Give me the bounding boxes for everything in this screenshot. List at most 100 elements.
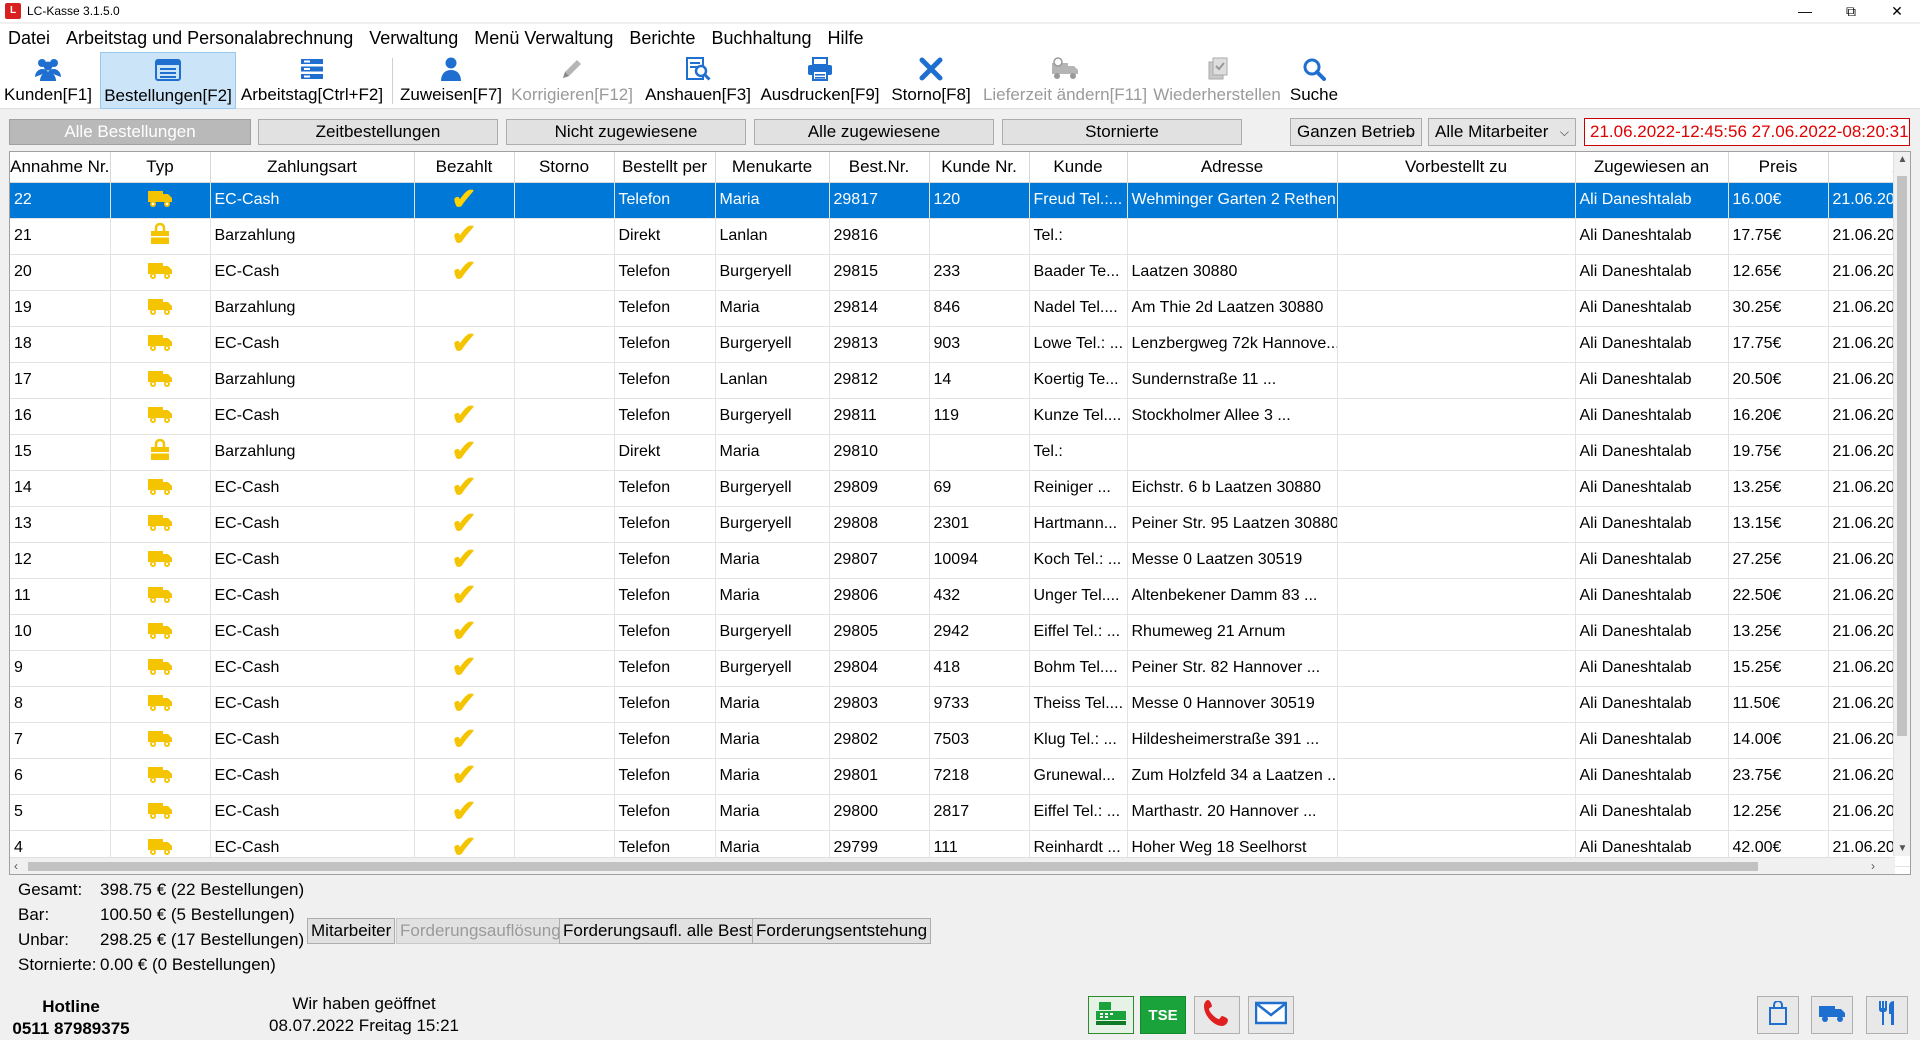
arbeitstag-button[interactable]: Arbeitstag[Ctrl+F2]	[241, 52, 383, 109]
table-cell: Lanlan	[715, 362, 830, 399]
column-header[interactable]: Menukarte	[715, 152, 830, 183]
table-row[interactable]: 10 EC-Cash ✔ Telefon Burgeryell 29805 2942 Eiff…	[10, 614, 1910, 651]
wiederherstellen-button[interactable]: Wiederherstellen	[1153, 52, 1281, 109]
menu-berichte[interactable]: Berichte	[621, 28, 703, 49]
table-cell: Maria	[715, 686, 830, 723]
scroll-right-icon[interactable]: ›	[1871, 858, 1875, 874]
filter-zeitbestellungen[interactable]: Zeitbestellungen	[258, 119, 498, 145]
minimize-button[interactable]: —	[1782, 0, 1828, 22]
column-header[interactable]: Preis	[1728, 152, 1829, 183]
korrigieren-button[interactable]: Korrigieren[F12]	[511, 52, 633, 109]
filter-stornierte[interactable]: Stornierte	[1002, 119, 1242, 145]
table-cell: Laatzen 30880	[1127, 254, 1338, 291]
table-row[interactable]: 8 EC-Cash ✔ Telefon Maria 29803 9733 Theiss Tel…	[10, 686, 1910, 723]
delivery-button[interactable]	[1811, 996, 1853, 1034]
horizontal-scrollbar[interactable]: ‹ ›	[10, 857, 1895, 874]
dine-in-button[interactable]	[1866, 996, 1908, 1034]
table-cell: Ali Daneshtalab	[1575, 470, 1729, 507]
column-header[interactable]: Typ	[110, 152, 211, 183]
phone-button[interactable]	[1194, 996, 1240, 1034]
storno-button[interactable]: Storno[F8]	[886, 52, 976, 109]
table-row[interactable]: 9 EC-Cash ✔ Telefon Burgeryell 29804 418 Bohm T…	[10, 650, 1910, 687]
ausdrucken-button[interactable]: Ausdrucken[F9]	[760, 52, 880, 109]
filter-nicht-zugewiesene[interactable]: Nicht zugewiesene	[506, 119, 746, 145]
mitarbeiter-button[interactable]: Mitarbeiter	[307, 918, 396, 944]
column-header[interactable]: Zahlungsart	[210, 152, 415, 183]
forderungsentstehung-button[interactable]: Forderungsentstehung	[752, 918, 932, 944]
scroll-up-icon[interactable]: ▲	[1894, 154, 1910, 165]
table-row[interactable]: 5 EC-Cash ✔ Telefon Maria 29800 2817 Eiffel Tel…	[10, 794, 1910, 831]
scroll-down-icon[interactable]: ▼	[1894, 843, 1910, 854]
bag-button[interactable]	[1757, 996, 1799, 1034]
column-header[interactable]: Best.Nr.	[829, 152, 930, 183]
menu-arbeitstag[interactable]: Arbeitstag und Personalabrechnung	[58, 28, 361, 49]
table-cell: Tel.:	[1029, 434, 1128, 471]
column-header[interactable]: Bestellt per	[614, 152, 716, 183]
table-row[interactable]: 13 EC-Cash ✔ Telefon Burgeryell 29808 2301 Hart…	[10, 506, 1910, 543]
truck-icon	[1818, 1003, 1846, 1028]
summary-value: 0.00 € (0 Bestellungen)	[100, 955, 276, 974]
table-row[interactable]: 21 Barzahlung ✔ Direkt Lanlan 29816 Tel.: Ali D…	[10, 218, 1910, 255]
menu-menue-verwaltung[interactable]: Menü Verwaltung	[466, 28, 621, 49]
column-header[interactable]: Adresse	[1127, 152, 1338, 183]
scroll-left-icon[interactable]: ‹	[14, 858, 18, 874]
betrieb-select[interactable]: Ganzen Betrieb ⌵	[1290, 118, 1422, 146]
table-row[interactable]: 14 EC-Cash ✔ Telefon Burgeryell 29809 69 Reinig…	[10, 470, 1910, 507]
vertical-scrollbar[interactable]: ▲ ▼	[1893, 152, 1910, 856]
column-header[interactable]: Storno	[514, 152, 615, 183]
table-cell: 233	[929, 254, 1030, 291]
zuweisen-button[interactable]: Zuweisen[F7]	[400, 52, 502, 109]
table-cell: 9733	[929, 686, 1030, 723]
table-row[interactable]: 11 EC-Cash ✔ Telefon Maria 29806 432 Unger Tel.…	[10, 578, 1910, 615]
menu-hilfe[interactable]: Hilfe	[820, 28, 872, 49]
table-row[interactable]: 7 EC-Cash ✔ Telefon Maria 29802 7503 Klug Tel.:…	[10, 722, 1910, 759]
suche-button[interactable]: Suche	[1286, 52, 1342, 109]
table-row[interactable]: 12 EC-Cash ✔ Telefon Maria 29807 10094 Koch Tel…	[10, 542, 1910, 579]
column-header[interactable]: Bezahlt	[414, 152, 515, 183]
column-header[interactable]: Annahme Nr.	[10, 152, 111, 183]
date-range-field[interactable]: 21.06.2022-12:45:56 27.06.2022-08:20:31	[1584, 118, 1910, 146]
hscroll-thumb[interactable]	[28, 862, 1758, 871]
kunden-button[interactable]: Kunden[F1]	[4, 52, 92, 109]
column-header[interactable]: Kunde	[1029, 152, 1128, 183]
table-row[interactable]: 18 EC-Cash ✔ Telefon Burgeryell 29813 903 Lowe …	[10, 326, 1910, 363]
forderungsaufl-alle-button[interactable]: Forderungsaufl. alle Best.	[559, 918, 761, 944]
filter-alle-zugewiesene[interactable]: Alle zugewiesene	[754, 119, 994, 145]
truck-icon	[110, 362, 211, 399]
menu-datei[interactable]: Datei	[0, 28, 58, 49]
column-header[interactable]: Kunde Nr.	[929, 152, 1030, 183]
table-cell: 17.75€	[1728, 218, 1829, 255]
table-row[interactable]: 6 EC-Cash ✔ Telefon Maria 29801 7218 Grunewal..…	[10, 758, 1910, 795]
close-window-button[interactable]: ✕	[1874, 0, 1920, 22]
lieferzeit-button[interactable]: Lieferzeit ändern[F11]	[982, 52, 1148, 109]
menu-verwaltung[interactable]: Verwaltung	[361, 28, 466, 49]
column-header[interactable]: Vorbestellt zu	[1337, 152, 1576, 183]
table-row[interactable]: 20 EC-Cash ✔ Telefon Burgeryell 29815 233 Baade…	[10, 254, 1910, 291]
mitarbeiter-select[interactable]: Alle Mitarbeiter ⌵	[1428, 118, 1576, 146]
table-row[interactable]: 19 Barzahlung Telefon Maria 29814 846 Nadel Te…	[10, 290, 1910, 327]
mail-button[interactable]	[1248, 996, 1294, 1034]
forderungsaufloesung-button[interactable]: Forderungsauflösung	[396, 918, 565, 944]
table-row[interactable]: 16 EC-Cash ✔ Telefon Burgeryell 29811 119 Kunze…	[10, 398, 1910, 435]
table-cell: Barzahlung	[210, 218, 415, 255]
bestellungen-button[interactable]: Bestellungen[F2]	[100, 52, 236, 109]
table-cell	[1337, 650, 1576, 687]
table-cell: Burgeryell	[715, 470, 830, 507]
menu-buchhaltung[interactable]: Buchhaltung	[703, 28, 819, 49]
cash-register-icon	[1094, 999, 1128, 1032]
orders-table: Annahme Nr. Typ Zahlungsart Bezahlt Storno Be…	[9, 151, 1911, 875]
tse-button[interactable]: TSE	[1140, 996, 1186, 1034]
truck-icon	[110, 542, 211, 579]
anshauen-button[interactable]: Anshauen[F3]	[644, 52, 752, 109]
cash-register-button[interactable]	[1088, 996, 1134, 1034]
table-cell: EC-Cash	[210, 578, 415, 615]
maximize-button[interactable]: ⧉	[1828, 0, 1874, 22]
table-cell	[514, 434, 615, 471]
table-row[interactable]: 17 Barzahlung Telefon Lanlan 29812 14 Koertig …	[10, 362, 1910, 399]
filter-alle-bestellungen[interactable]: Alle Bestellungen	[9, 119, 251, 145]
table-row[interactable]: 22 EC-Cash ✔ Telefon Maria 29817 120 Freud Tel.…	[10, 182, 1910, 219]
column-header[interactable]: Zugewiesen an	[1575, 152, 1729, 183]
scroll-thumb[interactable]	[1897, 176, 1907, 736]
table-row[interactable]: 15 Barzahlung ✔ Direkt Maria 29810 Tel.: Ali Da…	[10, 434, 1910, 471]
table-cell: Ali Daneshtalab	[1575, 686, 1729, 723]
